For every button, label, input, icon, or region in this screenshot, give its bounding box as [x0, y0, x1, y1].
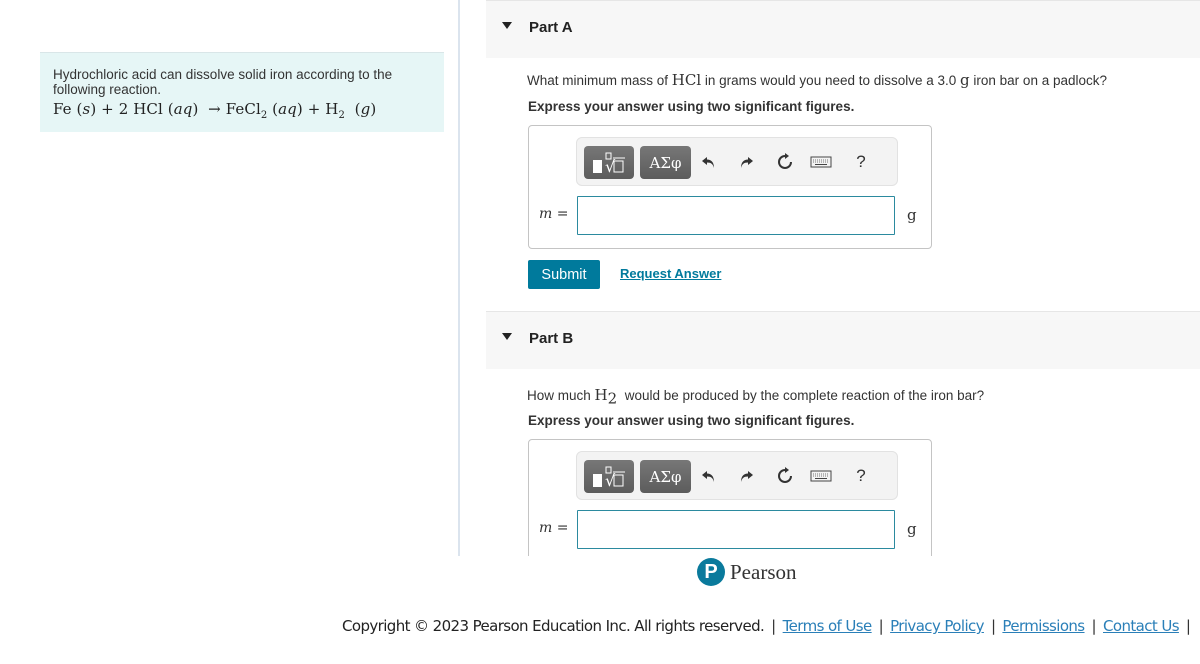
redo-icon[interactable]: [734, 464, 758, 488]
eq-state: aq: [278, 100, 297, 118]
reset-icon[interactable]: [773, 464, 797, 488]
eq-sub: 2: [260, 110, 268, 121]
unit-label: g: [907, 206, 917, 224]
formula-hcl: HCl: [671, 71, 702, 89]
equals-sign: =: [556, 520, 569, 536]
copyright-text: Copyright © 2023 Pearson Education Inc. …: [342, 617, 765, 635]
part-b-answer-box: √ ΑΣφ ? m = g: [528, 439, 932, 556]
part-a-instruction: Express your answer using two significan…: [528, 99, 855, 114]
collapse-caret-icon[interactable]: [502, 22, 512, 29]
permissions-link[interactable]: Permissions: [1002, 617, 1085, 635]
eq-h2: H: [325, 100, 339, 118]
variable-m: m: [539, 206, 553, 222]
templates-button[interactable]: √: [584, 146, 634, 179]
eq-plus: +: [101, 100, 114, 118]
collapse-caret-icon[interactable]: [502, 333, 512, 340]
help-icon[interactable]: ?: [849, 150, 873, 174]
templates-button[interactable]: √: [584, 460, 634, 493]
eq-coef: 2: [118, 100, 129, 118]
templates-icon: √: [593, 152, 625, 175]
separator: |: [771, 617, 776, 635]
undo-icon[interactable]: [697, 464, 721, 488]
part-b-title: Part B: [529, 330, 574, 347]
eq-sub: 2: [338, 110, 345, 121]
eq-state: g: [360, 100, 371, 118]
request-answer-link[interactable]: Request Answer: [620, 266, 721, 281]
variable-label: m =: [539, 520, 568, 536]
redo-icon[interactable]: [734, 150, 758, 174]
reset-icon[interactable]: [773, 150, 797, 174]
problem-intro: Hydrochloric acid can dissolve solid iro…: [40, 52, 444, 132]
eq-hcl: HCl: [133, 100, 163, 118]
formula-sub: 2: [607, 389, 618, 408]
math-toolbar: √ ΑΣφ ?: [576, 137, 898, 186]
variable-m: m: [539, 520, 553, 536]
separator: |: [1185, 617, 1191, 635]
reaction-equation: Fe (s) + 2 HCl (aq) → FeCl2 (aq) + H2 (g…: [53, 100, 377, 121]
eq-arrow: →: [208, 100, 221, 118]
formula-h2: H: [594, 386, 608, 404]
eq-state: s: [82, 100, 91, 118]
footer: Copyright © 2023 Pearson Education Inc. …: [342, 617, 1197, 635]
unit-label: g: [907, 520, 917, 538]
part-a-answer-input[interactable]: [577, 196, 895, 235]
question-text: What minimum mass of: [527, 73, 672, 88]
privacy-policy-link[interactable]: Privacy Policy: [890, 617, 984, 635]
eq-fecl2: FeCl: [225, 100, 261, 118]
contact-us-link[interactable]: Contact Us: [1103, 617, 1180, 635]
greek-symbols-button[interactable]: ΑΣφ: [640, 460, 691, 493]
separator: |: [990, 617, 996, 635]
terms-of-use-link[interactable]: Terms of Use: [783, 617, 873, 635]
undo-icon[interactable]: [697, 150, 721, 174]
separator: |: [1091, 617, 1097, 635]
part-b-instruction: Express your answer using two significan…: [528, 413, 855, 428]
eq-plus: +: [307, 100, 321, 118]
submit-button[interactable]: Submit: [528, 260, 600, 289]
part-a-title: Part A: [529, 19, 573, 36]
part-b-header[interactable]: Part B: [486, 311, 1200, 369]
keyboard-icon[interactable]: [809, 150, 833, 174]
question-text: iron bar on a padlock?: [969, 73, 1107, 88]
eq-state: aq: [173, 100, 193, 118]
templates-icon: √: [593, 466, 625, 489]
greek-symbols-button[interactable]: ΑΣφ: [640, 146, 691, 179]
part-a-question: What minimum mass of HCl in grams would …: [527, 71, 1107, 89]
help-icon[interactable]: ?: [849, 464, 873, 488]
pearson-mark-icon: P: [697, 558, 725, 586]
separator: |: [878, 617, 884, 635]
intro-text: Hydrochloric acid can dissolve solid iro…: [53, 67, 393, 97]
question-text: in grams would you need to dissolve a 3.…: [701, 73, 961, 88]
equals-sign: =: [556, 206, 569, 222]
part-a-header[interactable]: Part A: [486, 0, 1200, 58]
pearson-logo[interactable]: P Pearson: [697, 558, 797, 586]
pearson-wordmark: Pearson: [730, 559, 797, 584]
variable-label: m =: [539, 206, 568, 222]
keyboard-icon[interactable]: [809, 464, 833, 488]
eq-fe: Fe: [53, 100, 72, 118]
part-a-answer-box: √ ΑΣφ ? m = g: [528, 125, 932, 249]
question-text: would be produced by the complete reacti…: [620, 388, 985, 403]
question-text: How much: [527, 388, 595, 403]
math-toolbar: √ ΑΣφ ?: [576, 451, 898, 500]
unit-g: g: [960, 71, 970, 89]
part-b-question: How much H2 would be produced by the com…: [527, 386, 984, 408]
part-b-answer-input[interactable]: [577, 510, 895, 549]
